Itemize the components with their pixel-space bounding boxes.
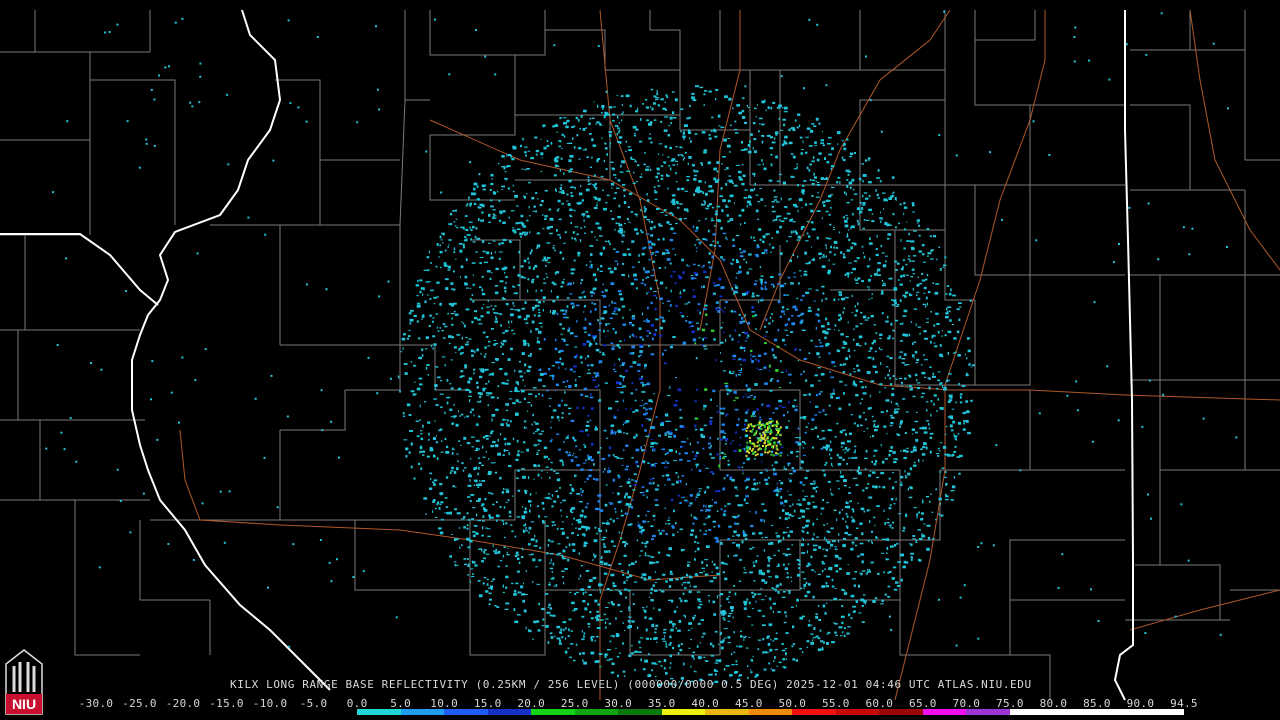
scale-segment <box>96 709 140 715</box>
scale-segment <box>400 709 445 715</box>
scale-segment <box>1096 709 1141 715</box>
radar-map <box>0 9 1280 701</box>
niu-logo: NIU <box>5 649 43 715</box>
reflectivity-echoes <box>45 10 1238 687</box>
logo-text: NIU <box>12 696 36 712</box>
scale-segment <box>705 709 749 715</box>
scale-segment <box>183 709 227 715</box>
scale-segment <box>531 709 575 715</box>
scale-segment <box>487 709 532 715</box>
scale-segment <box>226 709 271 715</box>
scale-segment <box>835 709 880 715</box>
scale-segment <box>1053 709 1097 715</box>
county-boundaries <box>0 10 1280 700</box>
scale-segment <box>879 709 923 715</box>
product-caption: KILX LONG RANGE BASE REFLECTIVITY (0.25K… <box>230 678 1032 691</box>
state-boundaries <box>0 9 1134 701</box>
color-scale-bar <box>96 709 1184 715</box>
scale-segment <box>270 709 314 715</box>
scale-segment <box>1140 709 1184 715</box>
scale-segment <box>966 709 1010 715</box>
scale-segment <box>748 709 793 715</box>
scale-segment <box>661 709 706 715</box>
scale-segment <box>792 709 836 715</box>
scale-segment <box>1009 709 1054 715</box>
scale-segment <box>618 709 662 715</box>
scale-segment <box>574 709 619 715</box>
scale-segment <box>922 709 967 715</box>
scale-segment <box>313 709 358 715</box>
scale-segment <box>357 709 401 715</box>
scale-segment <box>444 709 488 715</box>
color-scale-labels: -30.0 -25.0 -20.0 -15.0 -10.0 -5.0 0.0 5.0 10.0 1… <box>79 697 1198 710</box>
scale-segment <box>139 709 184 715</box>
